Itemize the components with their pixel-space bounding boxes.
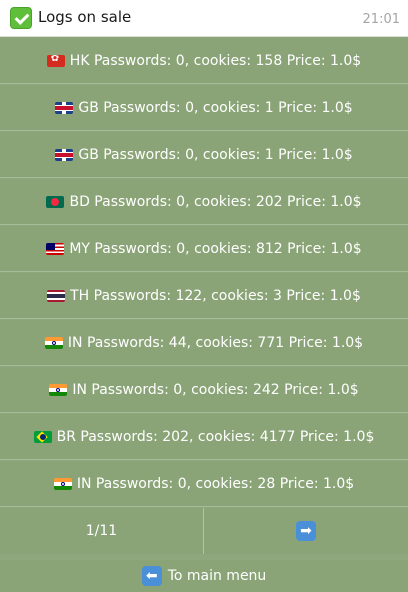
listing-label: IN Passwords: 0, cookies: 242 Price: 1.0…: [72, 381, 359, 398]
listing-label: BR Passwords: 202, cookies: 4177 Price: …: [56, 428, 375, 445]
listing-button-br[interactable]: BR Passwords: 202, cookies: 4177 Price: …: [0, 414, 408, 460]
message-title: Logs on sale: [38, 8, 132, 26]
page-indicator: 1/11: [85, 523, 118, 539]
listing-button-in[interactable]: IN Passwords: 44, cookies: 771 Price: 1.…: [0, 320, 408, 366]
in-flag-icon: [49, 383, 68, 396]
listing-label: BD Passwords: 0, cookies: 202 Price: 1.0…: [69, 193, 362, 210]
my-flag-icon: [46, 242, 65, 255]
check-mark-icon: [10, 7, 32, 29]
listing-button-gb[interactable]: GB Passwords: 0, cookies: 1 Price: 1.0$: [0, 85, 408, 131]
chat-header: Logs on sale 21:01: [0, 0, 408, 37]
th-flag-icon: [47, 289, 66, 302]
listing-label: HK Passwords: 0, cookies: 158 Price: 1.0…: [69, 52, 362, 69]
main-menu-label: To main menu: [167, 568, 267, 584]
listing-button-bd[interactable]: BD Passwords: 0, cookies: 202 Price: 1.0…: [0, 179, 408, 225]
listing-button-my[interactable]: MY Passwords: 0, cookies: 812 Price: 1.0…: [0, 226, 408, 272]
listing-button-in[interactable]: IN Passwords: 0, cookies: 242 Price: 1.0…: [0, 367, 408, 413]
listing-button-th[interactable]: TH Passwords: 122, cookies: 3 Price: 1.0…: [0, 273, 408, 319]
listing-button-hk[interactable]: HK Passwords: 0, cookies: 158 Price: 1.0…: [0, 38, 408, 84]
listing-button-gb[interactable]: GB Passwords: 0, cookies: 1 Price: 1.0$: [0, 132, 408, 178]
message-time: 21:01: [362, 12, 400, 27]
main-menu-button[interactable]: ⬅ To main menu: [0, 560, 408, 592]
listing-button-in[interactable]: IN Passwords: 0, cookies: 28 Price: 1.0$: [0, 461, 408, 507]
gb-flag-icon: [55, 101, 74, 114]
listing-label: IN Passwords: 0, cookies: 28 Price: 1.0$: [76, 475, 355, 492]
page-indicator-button[interactable]: 1/11: [0, 508, 204, 554]
listing-label: GB Passwords: 0, cookies: 1 Price: 1.0$: [78, 99, 353, 116]
gb-flag-icon: [55, 148, 74, 161]
bd-flag-icon: [46, 195, 65, 208]
listing-label: MY Passwords: 0, cookies: 812 Price: 1.0…: [69, 240, 362, 257]
listing-label: GB Passwords: 0, cookies: 1 Price: 1.0$: [78, 146, 353, 163]
left-arrow-icon: ⬅: [141, 566, 162, 586]
in-flag-icon: [53, 477, 72, 490]
br-flag-icon: [33, 430, 52, 443]
listing-label: TH Passwords: 122, cookies: 3 Price: 1.0…: [70, 287, 361, 304]
hk-flag-icon: [46, 54, 65, 67]
listing-label: IN Passwords: 44, cookies: 771 Price: 1.…: [67, 334, 364, 351]
right-arrow-icon: ➡: [296, 521, 316, 541]
in-flag-icon: [44, 336, 63, 349]
next-page-button[interactable]: ➡: [204, 508, 408, 554]
